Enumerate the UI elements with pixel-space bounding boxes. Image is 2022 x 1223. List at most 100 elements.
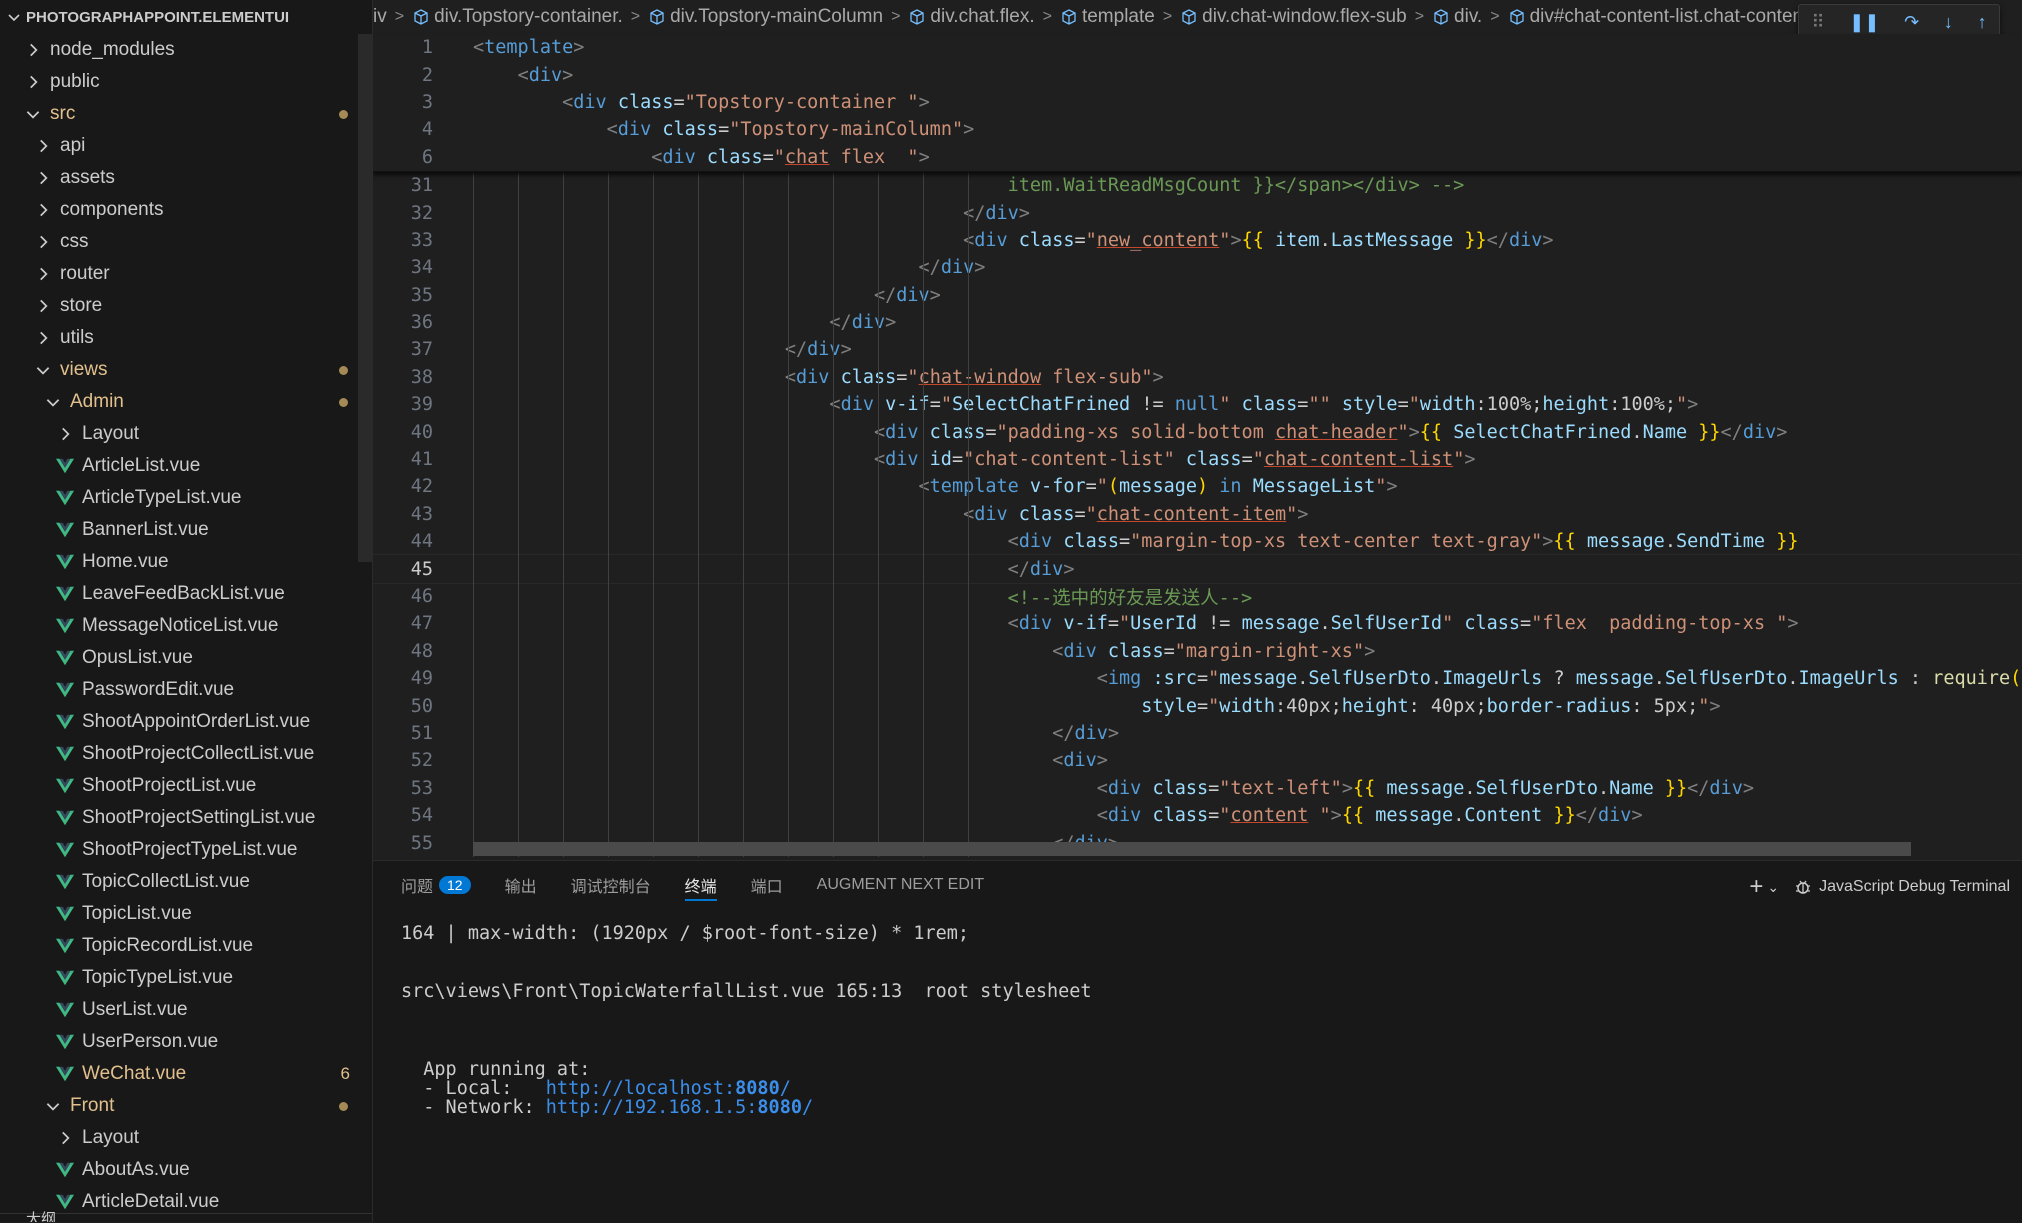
tree-folder[interactable]: views (0, 354, 372, 386)
code-line[interactable]: 54 <div class="content ">{{ message.Cont… (373, 802, 2022, 829)
outline-section[interactable]: 大纲 (0, 1211, 372, 1222)
code-line[interactable]: 31 item.WaitReadMsgCount }}</span></div>… (373, 172, 2022, 199)
tree-file[interactable]: PasswordEdit.vue (0, 674, 372, 706)
code-token: </ (1052, 722, 1075, 744)
tree-folder[interactable]: node_modules (0, 34, 372, 66)
drag-handle-icon[interactable]: ⠿ (1811, 12, 1824, 33)
code-line[interactable]: 46 <!--选中的好友是发送人--> (373, 583, 2022, 610)
breadcrumb-item[interactable]: div.Topstory-container. (412, 6, 623, 28)
code-line[interactable]: 4 <div class="Topstory-mainColumn"> (373, 116, 2022, 143)
code-line[interactable]: 32 </div> (373, 199, 2022, 226)
tree-file[interactable]: ShootProjectTypeList.vue (0, 834, 372, 866)
step-over-icon[interactable]: ↷ (1904, 12, 1919, 33)
tree-file[interactable]: TopicTypeList.vue (0, 962, 372, 994)
network-url-link[interactable]: http://192.168.1.5:8080/ (546, 1097, 813, 1118)
sidebar-scrollbar[interactable] (358, 34, 372, 562)
code-line[interactable]: 43 <div class="chat-content-item"> (373, 501, 2022, 528)
breadcrumb-item[interactable]: div.chat-window.flex-sub (1180, 6, 1407, 28)
tree-folder[interactable]: public (0, 66, 372, 98)
tab-panel[interactable]: 调试控制台 (571, 861, 651, 909)
tree-file[interactable]: UserPerson.vue (0, 1026, 372, 1058)
code-token: = (1197, 668, 1209, 690)
tree-folder[interactable]: router (0, 258, 372, 290)
code-line[interactable]: 3 <div class="Topstory-container "> (373, 89, 2022, 116)
tab-panel[interactable]: 问题 12 (401, 861, 471, 909)
tree-folder[interactable]: Admin (0, 386, 372, 418)
sticky-scroll[interactable]: 1 <template> 2 <div> 3 <div class="Topstory… (373, 34, 2022, 172)
tree-folder[interactable]: utils (0, 322, 372, 354)
tree-file[interactable]: ShootProjectSettingList.vue (0, 802, 372, 834)
tree-file[interactable]: ShootProjectList.vue (0, 770, 372, 802)
code-line[interactable]: 47 <div v-if="UserId != message.SelfUser… (373, 610, 2022, 637)
tab-panel[interactable]: 端口 (751, 861, 783, 909)
new-terminal-icon[interactable]: + (1749, 873, 1763, 901)
chevron-down-icon[interactable]: ⌄ (1767, 879, 1779, 896)
tree-folder[interactable]: Layout (0, 418, 372, 450)
code-line[interactable]: 6 <div class="chat flex "> (373, 144, 2022, 171)
step-out-icon[interactable]: ↑ (1978, 12, 1987, 33)
tree-folder[interactable]: assets (0, 162, 372, 194)
code-area[interactable]: 1 <template> 2 <div> 3 <div class="Topstory… (373, 34, 2022, 860)
code-line[interactable]: 34 </div> (373, 254, 2022, 281)
tree-item-label: Front (70, 1095, 115, 1116)
code-line[interactable]: 50 style="width:40px;height: 40px;border… (373, 692, 2022, 719)
breadcrumb-item[interactable]: template (1060, 6, 1155, 28)
tree-file[interactable]: BannerList.vue (0, 514, 372, 546)
code-line[interactable]: 53 <div class="text-left">{{ message.Sel… (373, 775, 2022, 802)
tab-panel[interactable]: 输出 (505, 861, 537, 909)
tree-file[interactable]: TopicCollectList.vue (0, 866, 372, 898)
code-line[interactable]: 40 <div class="padding-xs solid-bottom c… (373, 418, 2022, 445)
code-line[interactable]: 37 </div> (373, 336, 2022, 363)
code-token: = (762, 146, 774, 168)
tree-folder[interactable]: store (0, 290, 372, 322)
code-line[interactable]: 45 </div> (373, 554, 2022, 584)
tree-file[interactable]: ShootAppointOrderList.vue (0, 706, 372, 738)
code-line[interactable]: 51 </div> (373, 720, 2022, 747)
tree-file[interactable]: TopicList.vue (0, 898, 372, 930)
code-line[interactable]: 42 <template v-for="(message) in Message… (373, 473, 2022, 500)
tree-folder[interactable]: css (0, 226, 372, 258)
breadcrumb-item[interactable]: div.Topstory-mainColumn (648, 6, 883, 28)
tree-folder[interactable]: Layout (0, 1122, 372, 1154)
tree-file[interactable]: AboutAs.vue (0, 1154, 372, 1186)
code-line[interactable]: 38 <div class="chat-window flex-sub"> (373, 364, 2022, 391)
tree-file[interactable]: ArticleList.vue (0, 450, 372, 482)
tree-file[interactable]: OpusList.vue (0, 642, 372, 674)
code-line[interactable]: 35 </div> (373, 282, 2022, 309)
code-line[interactable]: 39 <div v-if="SelectChatFrined != null" … (373, 391, 2022, 418)
code-line[interactable]: 1 <template> (373, 34, 2022, 61)
explorer-root-header[interactable]: PHOTOGRAPHAPPOINT.ELEMENTUI (0, 0, 372, 34)
code-line[interactable]: 48 <div class="margin-right-xs"> (373, 638, 2022, 665)
breadcrumb-item[interactable]: div.chat.flex. (908, 6, 1035, 28)
code-line[interactable]: 41 <div id="chat-content-list" class="ch… (373, 446, 2022, 473)
code-line[interactable]: 49 <img :src="message.SelfUserDto.ImageU… (373, 665, 2022, 692)
breadcrumb-item[interactable]: div#chat-content-list.chat-content (1508, 6, 1808, 28)
tree-folder[interactable]: src (0, 98, 372, 130)
terminal-profile-label[interactable]: JavaScript Debug Terminal (1819, 878, 2010, 896)
tree-file[interactable]: MessageNoticeList.vue (0, 610, 372, 642)
tree-file[interactable]: LeaveFeedBackList.vue (0, 578, 372, 610)
code-line[interactable]: 2 <div> (373, 61, 2022, 88)
breadcrumb-item[interactable]: div. (1432, 6, 1482, 28)
tab-panel[interactable]: AUGMENT NEXT EDIT (817, 861, 984, 909)
tree-folder[interactable]: components (0, 194, 372, 226)
horizontal-scrollbar[interactable] (473, 842, 1911, 856)
tree-file[interactable]: TopicRecordList.vue (0, 930, 372, 962)
code-line[interactable]: 33 <div class="new_content">{{ item.Last… (373, 227, 2022, 254)
breadcrumb-item[interactable]: iv (373, 6, 387, 28)
tree-file[interactable]: ArticleTypeList.vue (0, 482, 372, 514)
code-line[interactable]: 44 <div class="margin-top-xs text-center… (373, 528, 2022, 555)
code-line[interactable]: 36 </div> (373, 309, 2022, 336)
vue-file-icon (56, 746, 74, 762)
code-line[interactable]: 52 <div> (373, 747, 2022, 774)
tree-file[interactable]: WeChat.vue 6 (0, 1058, 372, 1090)
tree-file[interactable]: UserList.vue (0, 994, 372, 1026)
step-into-icon[interactable]: ↓ (1944, 12, 1953, 33)
tab-panel[interactable]: 终端 (684, 861, 717, 909)
tree-file[interactable]: Home.vue (0, 546, 372, 578)
line-number: 48 (410, 640, 433, 662)
pause-icon[interactable]: ❚❚ (1849, 12, 1879, 33)
tree-folder[interactable]: api (0, 130, 372, 162)
tree-file[interactable]: ShootProjectCollectList.vue (0, 738, 372, 770)
tree-folder[interactable]: Front (0, 1090, 372, 1122)
